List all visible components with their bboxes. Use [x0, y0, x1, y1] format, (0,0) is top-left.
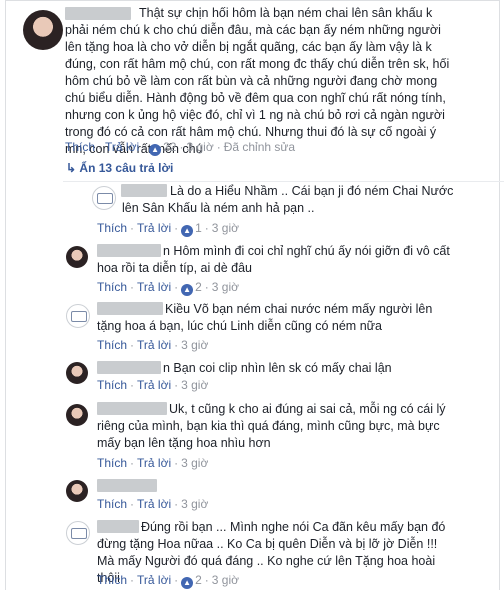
reply-like-link[interactable]: Thích [97, 280, 127, 294]
main-comment-text: Thật sự chịn hối hôm là bạn ném chai lên… [65, 6, 450, 156]
comment-thread-page: Thật sự chịn hối hôm là bạn ném chai lên… [0, 0, 504, 590]
main-comment-like-count[interactable]: 22 [163, 140, 176, 154]
main-comment-actions: Thích · Trả lời · ▲ 22 · 3 giờ · Đã chỉnh sửa [65, 140, 296, 156]
reply-actions: Thích · Trả lời · ▲ 2 · 3 giờ [97, 573, 240, 589]
reply-time[interactable]: 3 giờ [212, 221, 239, 235]
reply-reply-link[interactable]: Trả lời [137, 573, 171, 587]
reply-avatar[interactable] [92, 186, 116, 210]
reply-reply-link[interactable]: Trả lời [137, 456, 171, 470]
reply-avatar[interactable] [66, 246, 88, 268]
hide-replies-label: Ẩn 13 câu trả lời [79, 161, 174, 175]
reply-avatar[interactable] [66, 480, 88, 502]
like-thumb-icon: ▲ [181, 284, 194, 296]
reply-actions: Thích · Trả lời · 3 giờ [97, 378, 209, 392]
reply-actions: Thích · Trả lời · ▲ 1 · 3 giờ [97, 221, 240, 237]
reply-reply-link[interactable]: Trả lời [137, 221, 171, 235]
like-thumb-icon: ▲ [149, 144, 162, 156]
reply-text: Là do a Hiểu Nhầm .. Cái bạn ji đó ném C… [122, 184, 454, 215]
reply-divider [63, 181, 504, 182]
reply-time[interactable]: 3 giờ [212, 280, 239, 294]
reply-avatar[interactable] [66, 404, 88, 426]
like-thumb-icon: ▲ [181, 225, 194, 237]
reply-time[interactable]: 3 giờ [181, 378, 208, 392]
hide-replies-arrow-icon: ↳ [66, 161, 77, 175]
reply-actions: Thích · Trả lời · 3 giờ [97, 497, 209, 511]
reply-text: Kiều Võ bạn ném chai nước ném mấy người … [97, 302, 433, 333]
reply-text: n Hôm mình đi coi chỉ nghĩ chú ấy nói gi… [97, 244, 450, 275]
reply-like-link[interactable]: Thích [97, 497, 127, 511]
reply-author-name[interactable] [97, 479, 157, 492]
main-comment-time[interactable]: 3 giờ [186, 140, 213, 154]
reply-like-count[interactable]: 2 [195, 280, 202, 294]
reply-avatar[interactable] [66, 521, 90, 545]
reply-time[interactable]: 3 giờ [181, 338, 208, 352]
reply-like-count[interactable]: 1 [195, 221, 202, 235]
reply-reply-link[interactable]: Trả lời [137, 497, 171, 511]
reply-time[interactable]: 3 giờ [181, 497, 208, 511]
reply-like-link[interactable]: Thích [97, 573, 127, 587]
reply-text: Uk, t cũng k cho ai đúng ai sai cả, mỗi … [97, 402, 446, 450]
reply-actions: Thích · Trả lời · 3 giờ [97, 338, 209, 352]
reply-like-count[interactable]: 2 [195, 573, 202, 587]
reply-text: n Bạn coi clip nhìn lên sk có mấy chai l… [163, 361, 392, 375]
reply-time[interactable]: 3 giờ [212, 573, 239, 587]
comment-thread-card: Thật sự chịn hối hôm là bạn ném chai lên… [5, 0, 504, 590]
main-comment-edited[interactable]: Đã chỉnh sửa [224, 140, 295, 154]
hide-replies-toggle[interactable]: ↳ Ẩn 13 câu trả lời [66, 161, 173, 175]
reply-time[interactable]: 3 giờ [181, 456, 208, 470]
reply-like-link[interactable]: Thích [97, 456, 127, 470]
main-comment-reply-link[interactable]: Trả lời [105, 140, 139, 154]
reply-avatar[interactable] [66, 362, 88, 384]
reply-actions: Thích · Trả lời · 3 giờ [97, 456, 209, 470]
main-comment-like-link[interactable]: Thích [65, 140, 95, 154]
reply-actions: Thích · Trả lời · ▲ 2 · 3 giờ [97, 280, 240, 296]
reply-like-link[interactable]: Thích [97, 221, 127, 235]
reply-avatar[interactable] [66, 304, 90, 328]
reply-reply-link[interactable]: Trả lời [137, 338, 171, 352]
main-comment-avatar[interactable] [23, 10, 63, 50]
like-thumb-icon: ▲ [181, 577, 194, 589]
reply-reply-link[interactable]: Trả lời [137, 378, 171, 392]
reply-like-link[interactable]: Thích [97, 338, 127, 352]
reply-like-link[interactable]: Thích [97, 378, 127, 392]
reply-reply-link[interactable]: Trả lời [137, 280, 171, 294]
